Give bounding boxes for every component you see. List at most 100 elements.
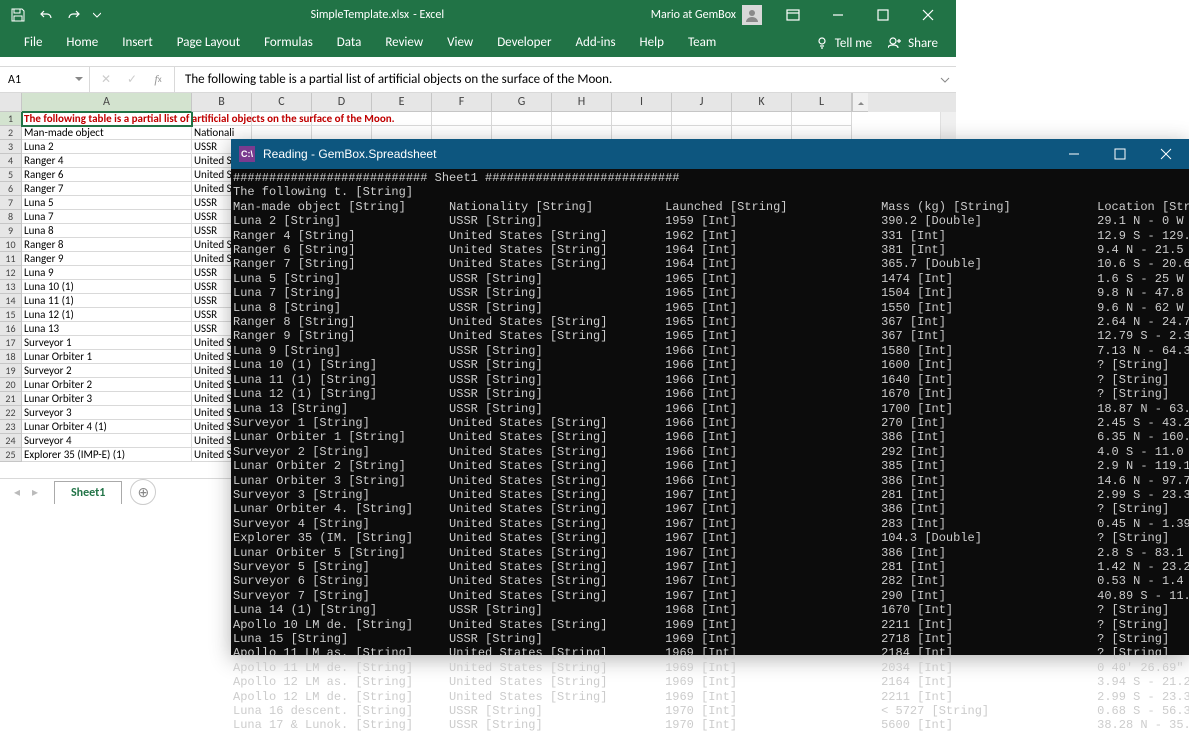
column-header[interactable]: C — [252, 93, 312, 112]
cell[interactable]: Luna 8 — [22, 224, 192, 238]
ribbon-tab-add-ins[interactable]: Add-ins — [563, 29, 627, 57]
cell[interactable] — [612, 126, 672, 140]
row-header[interactable]: 19 — [0, 364, 22, 378]
sheet-tab[interactable]: Sheet1 — [54, 481, 122, 504]
tab-prev-icon[interactable]: ◂ — [8, 483, 26, 501]
expand-formula-icon[interactable] — [934, 67, 956, 92]
cell[interactable]: Ranger 4 — [22, 154, 192, 168]
cell[interactable]: Lunar Orbiter 3 — [22, 392, 192, 406]
cell[interactable]: Man-made object — [22, 126, 192, 140]
qa-customize-icon[interactable] — [90, 3, 104, 27]
cell[interactable] — [792, 112, 852, 126]
console-maximize-icon[interactable] — [1097, 139, 1143, 169]
ribbon-tab-view[interactable]: View — [435, 29, 485, 57]
cell[interactable] — [492, 112, 552, 126]
row-header[interactable]: 22 — [0, 406, 22, 420]
cell[interactable] — [312, 126, 372, 140]
row-header[interactable]: 18 — [0, 350, 22, 364]
ribbon-tab-help[interactable]: Help — [628, 29, 676, 57]
console-output[interactable]: ########################### Sheet1 #####… — [231, 169, 1189, 735]
cell[interactable]: Lunar Orbiter 4 (1) — [22, 420, 192, 434]
ribbon-tab-insert[interactable]: Insert — [110, 29, 165, 57]
ribbon-tab-file[interactable]: File — [12, 29, 54, 57]
column-header[interactable]: G — [492, 93, 552, 112]
column-header[interactable]: F — [432, 93, 492, 112]
cell[interactable]: Lunar Orbiter 1 — [22, 350, 192, 364]
row-header[interactable]: 8 — [0, 210, 22, 224]
cell[interactable] — [792, 126, 852, 140]
ribbon-tab-team[interactable]: Team — [676, 29, 728, 57]
cancel-icon[interactable]: ✕ — [94, 69, 118, 91]
column-header[interactable]: L — [792, 93, 852, 112]
save-icon[interactable] — [6, 3, 30, 27]
ribbon-tab-developer[interactable]: Developer — [485, 29, 563, 57]
cell[interactable]: Luna 5 — [22, 196, 192, 210]
cell[interactable]: Surveyor 4 — [22, 434, 192, 448]
ribbon-tab-formulas[interactable]: Formulas — [252, 29, 325, 57]
column-header[interactable]: A — [22, 93, 192, 112]
cell[interactable]: Ranger 6 — [22, 168, 192, 182]
close-icon[interactable] — [905, 0, 950, 29]
row-header[interactable]: 11 — [0, 252, 22, 266]
select-all-corner[interactable] — [0, 93, 22, 112]
cell[interactable] — [552, 112, 612, 126]
row-header[interactable]: 5 — [0, 168, 22, 182]
cell[interactable]: The following table is a partial list of… — [22, 112, 192, 126]
cell[interactable] — [732, 112, 792, 126]
console-close-icon[interactable] — [1143, 139, 1189, 169]
ribbon-tab-page-layout[interactable]: Page Layout — [165, 29, 252, 57]
ribbon-display-icon[interactable] — [770, 0, 815, 29]
cell[interactable] — [372, 126, 432, 140]
column-header[interactable]: H — [552, 93, 612, 112]
column-header[interactable]: J — [672, 93, 732, 112]
cell[interactable]: Nationali — [192, 126, 252, 140]
row-header[interactable]: 4 — [0, 154, 22, 168]
ribbon-tab-review[interactable]: Review — [373, 29, 435, 57]
row-header[interactable]: 24 — [0, 434, 22, 448]
share-button[interactable]: Share — [888, 36, 938, 51]
cell[interactable] — [432, 112, 492, 126]
cell[interactable]: Surveyor 2 — [22, 364, 192, 378]
row-header[interactable]: 15 — [0, 308, 22, 322]
tell-me-button[interactable]: Tell me — [815, 36, 872, 51]
row-header[interactable]: 9 — [0, 224, 22, 238]
fx-icon[interactable]: fx — [146, 69, 170, 91]
column-header[interactable]: K — [732, 93, 792, 112]
excel-titlebar[interactable]: SimpleTemplate.xlsx - Excel Mario at Gem… — [0, 0, 956, 29]
cell[interactable]: Luna 11 (1) — [22, 294, 192, 308]
row-header[interactable]: 21 — [0, 392, 22, 406]
row-header[interactable]: 2 — [0, 126, 22, 140]
column-header[interactable]: B — [192, 93, 252, 112]
console-minimize-icon[interactable] — [1051, 139, 1097, 169]
row-header[interactable]: 23 — [0, 420, 22, 434]
maximize-icon[interactable] — [860, 0, 905, 29]
cell[interactable]: Luna 7 — [22, 210, 192, 224]
row-header[interactable]: 10 — [0, 238, 22, 252]
add-sheet-button[interactable]: ⊕ — [130, 479, 156, 505]
redo-icon[interactable] — [62, 3, 86, 27]
cell[interactable]: Explorer 35 (IMP-E) (1) — [22, 448, 192, 462]
scroll-up-icon[interactable] — [852, 93, 868, 112]
cell[interactable]: Lunar Orbiter 2 — [22, 378, 192, 392]
undo-icon[interactable] — [34, 3, 58, 27]
minimize-icon[interactable] — [815, 0, 860, 29]
cell[interactable]: Luna 2 — [22, 140, 192, 154]
ribbon-tab-data[interactable]: Data — [325, 29, 374, 57]
cell[interactable] — [732, 126, 792, 140]
row-header[interactable]: 1 — [0, 112, 22, 126]
column-header[interactable]: E — [372, 93, 432, 112]
cell[interactable] — [252, 126, 312, 140]
cell[interactable] — [552, 126, 612, 140]
cell[interactable]: Surveyor 1 — [22, 336, 192, 350]
column-header[interactable]: D — [312, 93, 372, 112]
enter-icon[interactable]: ✓ — [120, 69, 144, 91]
row-header[interactable]: 6 — [0, 182, 22, 196]
name-box[interactable]: A1 — [0, 67, 90, 92]
cell[interactable]: Luna 9 — [22, 266, 192, 280]
cell[interactable]: Ranger 8 — [22, 238, 192, 252]
cell[interactable] — [672, 126, 732, 140]
row-header[interactable]: 12 — [0, 266, 22, 280]
row-header[interactable]: 13 — [0, 280, 22, 294]
row-header[interactable]: 14 — [0, 294, 22, 308]
row-header[interactable]: 20 — [0, 378, 22, 392]
